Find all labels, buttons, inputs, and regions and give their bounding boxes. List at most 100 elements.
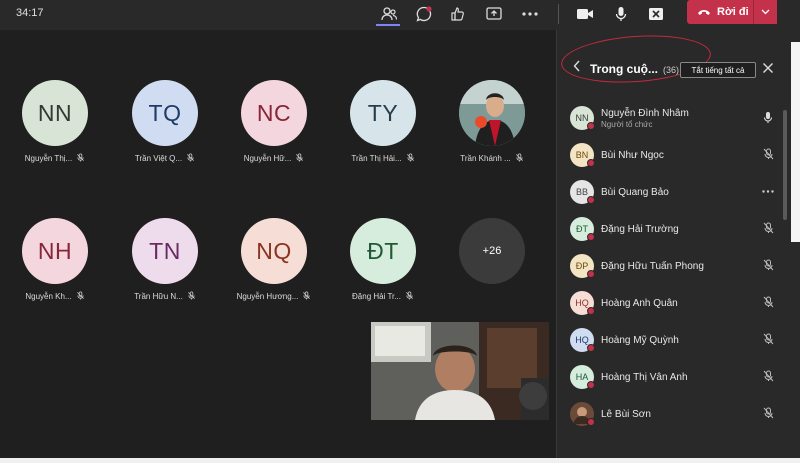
participant-name: Hoàng Anh Quân [601, 297, 678, 309]
participant-text: Hoàng Anh Quân [601, 298, 678, 309]
participant-initials: ĐP [575, 261, 589, 271]
participant-tile[interactable]: NH Nguyễn Kh... [10, 218, 100, 308]
participant-text: Hoàng Mỹ Quỳnh [601, 335, 679, 346]
participant-tile[interactable]: TN Trần Hữu N... [120, 218, 210, 308]
participant-list-item[interactable]: ĐP Đặng Hữu Tuấn Phong [570, 251, 775, 281]
participant-list-item[interactable]: BB Bùi Quang Bảo [570, 177, 775, 207]
background-window-edge [791, 42, 800, 242]
participant-initials: BN [575, 150, 589, 160]
participant-tile[interactable]: ĐT Đặng Hải Tr... [338, 218, 428, 308]
mic-off-icon [405, 291, 414, 302]
participant-name: Trần Thị Hải... [351, 154, 402, 163]
participant-name: Trần Hữu N... [134, 292, 183, 301]
participant-name: Đặng Hải Tr... [352, 292, 401, 301]
chat-icon[interactable] [411, 2, 437, 26]
annotation-circle [559, 30, 713, 88]
mic-off-icon [302, 291, 311, 302]
presence-badge [587, 307, 595, 315]
participant-avatar: NN [570, 106, 595, 130]
participants-panel-header: Trong cuộ... (36) Tắt tiếng tất cả [557, 30, 800, 88]
participant-name-row: Nguyễn Hữ... [229, 153, 319, 164]
mute-all-button[interactable]: Tắt tiếng tất cả [680, 62, 756, 78]
participant-name: Hoàng Mỹ Quỳnh [601, 334, 679, 346]
participant-name: Bùi Như Ngọc [601, 149, 664, 161]
reactions-icon[interactable] [445, 2, 471, 26]
participant-tile[interactable]: TQ Trần Việt Q... [120, 80, 210, 170]
mic-off-icon[interactable] [761, 258, 775, 272]
hang-up-icon [698, 10, 710, 15]
participant-list-item[interactable]: Lê Bùi Sơn [570, 399, 775, 429]
participant-list-item[interactable]: NN Nguyễn Đình Nhâm Người tổ chức [570, 103, 775, 133]
mic-off-icon [186, 153, 195, 164]
share-screen-icon[interactable] [481, 2, 507, 26]
participant-photo [459, 80, 525, 146]
participant-list-item[interactable]: HQ Hoàng Anh Quân [570, 288, 775, 318]
participant-name: Bùi Quang Bảo [601, 186, 669, 198]
participant-initials: ĐT [576, 224, 588, 234]
participant-tile[interactable]: Trần Khánh ... [447, 80, 537, 170]
presence-badge [587, 381, 595, 389]
participant-list-item[interactable]: HA Hoàng Thị Vân Anh [570, 362, 775, 392]
presence-badge [587, 344, 595, 352]
participant-count: (36) [663, 65, 680, 75]
participant-name: Hoàng Thị Vân Anh [601, 371, 688, 383]
participant-initials: HA [575, 372, 589, 382]
more-participants-tile[interactable]: +26 [447, 218, 537, 308]
chevron-left-icon[interactable] [573, 60, 581, 75]
participant-tile[interactable]: NQ Nguyễn Hương... [229, 218, 319, 308]
presence-badge [587, 122, 595, 130]
mic-off-icon [76, 291, 85, 302]
close-icon[interactable] [762, 61, 776, 75]
self-video-preview [371, 322, 549, 420]
participant-tile[interactable]: TY Trần Thị Hải... [338, 80, 428, 170]
participant-list-item[interactable]: BN Bùi Như Ngọc [570, 140, 775, 170]
leave-options-button[interactable] [753, 0, 777, 24]
participant-avatar: HQ [570, 328, 595, 352]
more-actions-icon[interactable] [517, 2, 543, 26]
mic-off-icon [406, 153, 415, 164]
participant-tile[interactable]: NC Nguyễn Hữ... [229, 80, 319, 170]
participant-initials: NN [575, 113, 589, 123]
participant-text: Đặng Hải Trường [601, 224, 679, 235]
mic-off-icon [515, 153, 524, 164]
panel-scrollbar[interactable] [783, 110, 787, 220]
mic-off-icon[interactable] [761, 221, 775, 235]
camera-icon[interactable] [572, 2, 598, 26]
more-options-icon[interactable] [761, 184, 775, 198]
microphone-icon[interactable] [608, 2, 634, 26]
participant-name: Đặng Hải Trường [601, 223, 679, 235]
participant-name: Lê Bùi Sơn [601, 408, 651, 420]
participant-avatar: HA [570, 365, 595, 389]
people-active-indicator [376, 24, 400, 26]
mic-off-icon[interactable] [761, 332, 775, 346]
participant-name-row: Trần Hữu N... [120, 291, 210, 302]
participant-photo [570, 402, 595, 426]
participants-panel: Trong cuộ... (36) Tắt tiếng tất cả NN Ngu… [556, 30, 800, 463]
participant-list-item[interactable]: ĐT Đặng Hải Trường [570, 214, 775, 244]
background-window-edge-bottom [0, 458, 800, 463]
mic-off-icon [76, 153, 85, 164]
participant-name: Trần Việt Q... [134, 154, 183, 163]
device-settings-icon[interactable] [643, 2, 669, 26]
mic-off-icon [187, 291, 196, 302]
participant-tile[interactable]: NN Nguyễn Thị... [10, 80, 100, 170]
participant-initials: NC [241, 80, 307, 146]
people-icon[interactable] [376, 2, 402, 26]
participant-avatar: ĐP [570, 254, 595, 278]
microphone-icon[interactable] [761, 110, 775, 124]
mic-off-icon[interactable] [761, 147, 775, 161]
participant-initials: BB [575, 187, 588, 197]
mic-off-icon[interactable] [761, 295, 775, 309]
participant-initials: NH [22, 218, 88, 284]
presence-badge [587, 159, 595, 167]
participant-initials: TN [132, 218, 198, 284]
participant-name: Nguyễn Thị... [24, 154, 73, 163]
mic-off-icon[interactable] [761, 406, 775, 420]
participant-list-item[interactable]: HQ Hoàng Mỹ Quỳnh [570, 325, 775, 355]
participant-name-row: Nguyễn Kh... [10, 291, 100, 302]
panel-title: Trong cuộ... [590, 62, 658, 76]
mic-off-icon[interactable] [761, 369, 775, 383]
participant-name-row: Trần Việt Q... [120, 153, 210, 164]
participant-initials: HQ [575, 335, 589, 345]
participant-text: Đặng Hữu Tuấn Phong [601, 261, 704, 272]
